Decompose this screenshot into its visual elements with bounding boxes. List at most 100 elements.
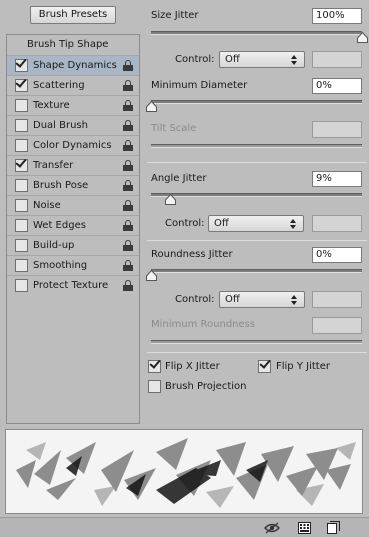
option-checkbox[interactable] bbox=[15, 259, 28, 272]
brush-option-item[interactable]: Wet Edges bbox=[7, 215, 139, 235]
option-label: Noise bbox=[33, 200, 61, 211]
option-label: Brush Pose bbox=[33, 180, 89, 191]
brush-presets-button[interactable]: Brush Presets bbox=[30, 6, 116, 24]
size-jitter-field[interactable]: 100% bbox=[312, 8, 362, 24]
minimum-roundness-field bbox=[312, 317, 362, 334]
lock-icon[interactable] bbox=[123, 220, 133, 231]
grid-icon[interactable] bbox=[298, 522, 311, 534]
control-select-1[interactable]: Off bbox=[219, 51, 305, 68]
option-label: Texture bbox=[33, 100, 70, 111]
control-select-3-value: Off bbox=[225, 294, 240, 305]
brush-option-item[interactable]: Shape Dynamics bbox=[7, 55, 139, 75]
option-label: Color Dynamics bbox=[33, 140, 112, 151]
brush-projection-label: Brush Projection bbox=[165, 381, 247, 392]
option-label: Protect Texture bbox=[33, 280, 109, 291]
control-select-2-value: Off bbox=[214, 218, 229, 229]
flip-y-jitter-checkbox[interactable] bbox=[258, 357, 271, 373]
option-checkbox[interactable] bbox=[15, 156, 28, 172]
roundness-jitter-slider[interactable] bbox=[151, 269, 362, 273]
size-jitter-slider[interactable] bbox=[151, 31, 362, 35]
control-select-2[interactable]: Off bbox=[208, 215, 304, 232]
option-label: Scattering bbox=[33, 80, 85, 91]
lock-icon[interactable] bbox=[123, 160, 133, 171]
checkmark-icon bbox=[15, 56, 27, 68]
option-checkbox[interactable] bbox=[15, 279, 28, 292]
option-label: Transfer bbox=[33, 160, 74, 171]
brush-stroke-preview bbox=[5, 429, 363, 514]
option-checkbox[interactable] bbox=[15, 239, 28, 252]
lock-icon[interactable] bbox=[123, 240, 133, 251]
brush-projection-checkbox[interactable] bbox=[148, 380, 161, 393]
brush-option-item[interactable]: Texture bbox=[7, 95, 139, 115]
brush-option-item[interactable]: Smoothing bbox=[7, 255, 139, 275]
option-checkbox[interactable] bbox=[15, 56, 28, 72]
option-label: Wet Edges bbox=[33, 220, 86, 231]
brush-option-item[interactable]: Scattering bbox=[7, 75, 139, 95]
angle-jitter-slider[interactable] bbox=[151, 193, 362, 197]
option-label: Dual Brush bbox=[33, 120, 88, 131]
option-checkbox[interactable] bbox=[15, 139, 28, 152]
brush-option-item[interactable]: Brush Pose bbox=[7, 175, 139, 195]
option-label: Smoothing bbox=[33, 260, 88, 271]
control-label-1: Control: bbox=[175, 54, 215, 65]
minimum-roundness-slider bbox=[151, 340, 362, 344]
minimum-diameter-slider[interactable] bbox=[151, 100, 362, 104]
flip-x-jitter-label: Flip X Jitter bbox=[165, 361, 220, 372]
lock-icon[interactable] bbox=[123, 200, 133, 211]
option-checkbox[interactable] bbox=[15, 219, 28, 232]
roundness-jitter-slider-thumb[interactable] bbox=[146, 270, 157, 281]
brush-settings-list: Brush Tip Shape Shape Dynamics Scattering… bbox=[6, 34, 140, 424]
divider bbox=[147, 352, 367, 353]
minimum-diameter-field[interactable]: 0% bbox=[312, 78, 362, 94]
control-select-3[interactable]: Off bbox=[219, 291, 305, 308]
lock-icon[interactable] bbox=[123, 80, 133, 91]
flip-x-jitter-checkbox[interactable] bbox=[148, 357, 161, 373]
brush-option-item[interactable]: Dual Brush bbox=[7, 115, 139, 135]
angle-jitter-field[interactable]: 9% bbox=[312, 171, 362, 187]
lock-icon[interactable] bbox=[123, 180, 133, 191]
tilt-scale-slider bbox=[151, 144, 362, 148]
option-checkbox[interactable] bbox=[15, 199, 28, 212]
option-checkbox[interactable] bbox=[15, 76, 28, 92]
angle-jitter-slider-thumb[interactable] bbox=[164, 194, 176, 205]
control-field-2 bbox=[312, 215, 362, 232]
lock-icon[interactable] bbox=[123, 60, 133, 71]
brush-option-item[interactable]: Build-up bbox=[7, 235, 139, 255]
angle-jitter-label: Angle Jitter bbox=[151, 173, 207, 184]
tilt-scale-field bbox=[312, 121, 362, 138]
roundness-jitter-field[interactable]: 0% bbox=[312, 247, 362, 263]
lock-icon[interactable] bbox=[123, 120, 133, 131]
option-checkbox[interactable] bbox=[15, 99, 28, 112]
option-checkbox[interactable] bbox=[15, 179, 28, 192]
new-preset-icon[interactable] bbox=[327, 521, 340, 534]
minimum-roundness-label: Minimum Roundness bbox=[151, 319, 256, 330]
option-label: Build-up bbox=[33, 240, 75, 251]
brush-option-item[interactable]: Noise bbox=[7, 195, 139, 215]
option-checkbox[interactable] bbox=[15, 119, 28, 132]
option-label: Shape Dynamics bbox=[33, 60, 117, 71]
eye-icon[interactable] bbox=[264, 522, 280, 534]
lock-icon[interactable] bbox=[123, 280, 133, 291]
lock-icon[interactable] bbox=[123, 140, 133, 151]
checkmark-icon bbox=[15, 76, 27, 88]
lock-icon[interactable] bbox=[123, 100, 133, 111]
brush-tip-shape-item[interactable]: Brush Tip Shape bbox=[7, 35, 139, 55]
lock-icon[interactable] bbox=[123, 260, 133, 271]
brush-option-item[interactable]: Transfer bbox=[7, 155, 139, 175]
control-label-2: Control: bbox=[165, 218, 205, 229]
roundness-jitter-label: Roundness Jitter bbox=[151, 249, 233, 260]
size-jitter-slider-thumb[interactable] bbox=[357, 32, 368, 43]
brush-option-item[interactable]: Protect Texture bbox=[7, 275, 139, 295]
minimum-diameter-slider-thumb[interactable] bbox=[146, 101, 157, 112]
tilt-scale-label: Tilt Scale bbox=[151, 123, 197, 134]
dropdown-arrows-icon bbox=[291, 295, 298, 305]
checkmark-icon bbox=[15, 156, 27, 168]
dropdown-arrows-icon bbox=[290, 219, 297, 229]
brush-stroke-shapes bbox=[16, 438, 356, 508]
checkmark-icon bbox=[259, 357, 271, 369]
control-select-1-value: Off bbox=[225, 54, 240, 65]
brush-option-item[interactable]: Color Dynamics bbox=[7, 135, 139, 155]
control-field-3 bbox=[312, 291, 362, 308]
checkmark-icon bbox=[149, 357, 161, 369]
divider bbox=[147, 162, 367, 163]
